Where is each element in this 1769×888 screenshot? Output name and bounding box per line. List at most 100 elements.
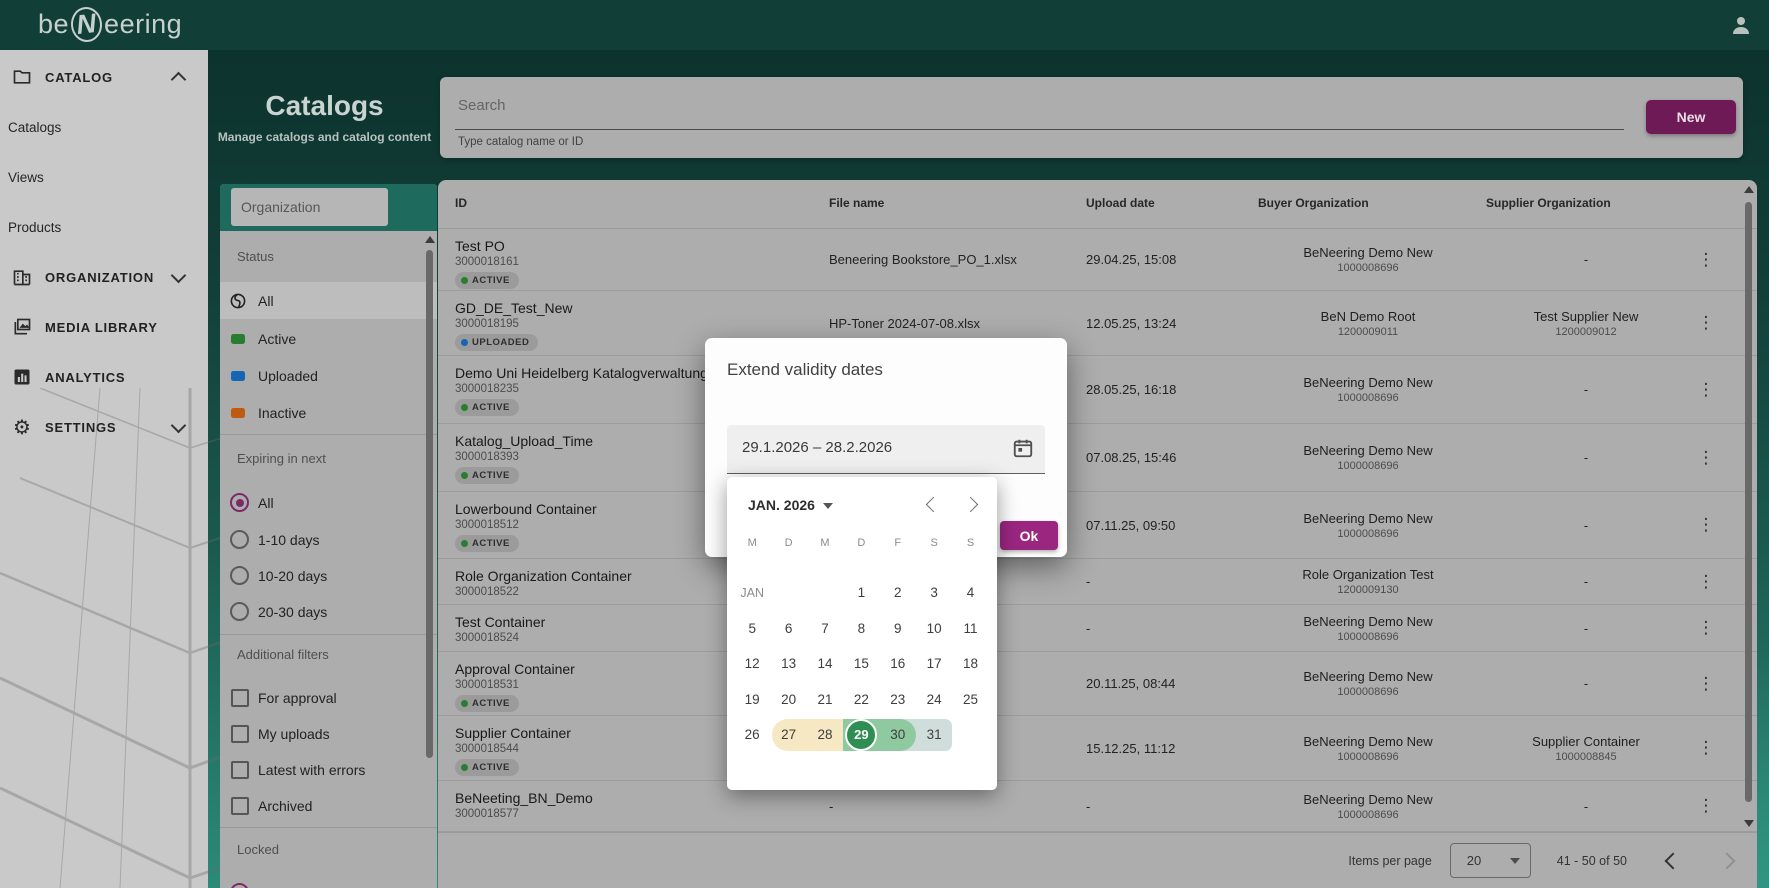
calendar-day-cell[interactable]: 19 [734,682,770,718]
row-menu-button[interactable]: ⋮ [1693,424,1719,491]
day-number[interactable]: 8 [858,621,866,636]
day-number[interactable]: 15 [854,656,869,671]
row-menu-button[interactable]: ⋮ [1693,559,1719,604]
scroll-up-arrow-icon[interactable] [1744,186,1754,193]
table-row[interactable]: GD_DE_Test_New3000018195UPLOADEDHP-Toner… [438,291,1757,356]
day-number[interactable]: 14 [817,656,832,671]
calendar-day-cell[interactable]: 12 [734,646,770,682]
calendar-day-cell[interactable]: 4 [952,575,988,611]
calendar-day-cell[interactable]: 11 [952,611,988,647]
calendar-day-cell[interactable]: 25 [952,682,988,718]
calendar-day-cell[interactable]: 17 [916,646,952,682]
calendar-day-cell[interactable]: 15 [843,646,879,682]
day-number[interactable]: 7 [821,621,829,636]
locked-filter-partial[interactable] [220,874,437,888]
row-menu-button[interactable]: ⋮ [1693,229,1719,290]
calendar-day-cell[interactable]: 1 [843,575,879,611]
sidebar-section-catalog[interactable]: CATALOG [0,52,208,102]
row-menu-button[interactable]: ⋮ [1693,781,1719,831]
calendar-day-cell[interactable]: 13 [770,646,806,682]
calendar-day-cell[interactable]: 31 [916,717,952,753]
day-number[interactable]: 19 [745,692,760,707]
status-filter-active[interactable]: Active [220,320,437,357]
next-month-button[interactable] [963,497,979,513]
table-row[interactable]: Role Organization Container3000018522-Ro… [438,559,1757,605]
calendar-day-cell[interactable]: 20 [770,682,806,718]
calendar-day-cell[interactable]: 10 [916,611,952,647]
day-number[interactable]: 20 [781,692,796,707]
day-number[interactable]: 18 [963,656,978,671]
table-row[interactable]: Supplier Container3000018544ACTIVE15.12.… [438,716,1757,781]
day-number[interactable]: 22 [854,692,869,707]
table-row[interactable]: Test Container3000018524-BeNeering Demo … [438,605,1757,652]
table-scrollbar[interactable] [1744,186,1754,834]
day-number[interactable]: 16 [890,656,905,671]
calendar-day-cell[interactable]: 6 [770,611,806,647]
calendar-day-cell[interactable]: 16 [880,646,916,682]
calendar-day-cell[interactable]: 8 [843,611,879,647]
row-menu-button[interactable]: ⋮ [1693,716,1719,780]
sidebar-section-media-library[interactable]: MEDIA LIBRARY [0,302,208,352]
day-number[interactable]: 9 [894,621,902,636]
filter-archived[interactable]: Archived [220,787,437,824]
day-number[interactable]: 11 [964,621,978,636]
calendar-day-cell[interactable]: 21 [807,682,843,718]
sidebar-section-organization[interactable]: ORGANIZATION [0,252,208,302]
table-row[interactable]: Demo Uni Heidelberg Katalogverwaltung300… [438,356,1757,424]
calendar-day-cell[interactable]: 9 [880,611,916,647]
scrollbar-thumb[interactable] [426,250,433,758]
day-number[interactable]: 28 [817,727,832,742]
day-number[interactable]: 31 [927,727,942,742]
scroll-down-arrow-icon[interactable] [1744,820,1754,827]
calendar-day-cell[interactable]: 18 [952,646,988,682]
sidebar-item-products[interactable]: Products [0,202,208,252]
status-filter-uploaded[interactable]: Uploaded [220,357,437,394]
previous-page-button[interactable] [1665,852,1682,869]
expiring-filter-1-10[interactable]: 1-10 days [220,521,437,558]
day-number[interactable]: 3 [930,585,938,600]
filter-my-uploads[interactable]: My uploads [220,715,437,752]
calendar-day-cell[interactable]: 29 [843,717,879,753]
expiring-filter-10-20[interactable]: 10-20 days [220,557,437,594]
calendar-day-cell[interactable]: 28 [807,717,843,753]
date-range-field[interactable]: 29.1.2026 – 28.2.2026 [727,425,1045,474]
scroll-up-arrow-icon[interactable] [425,236,435,243]
table-row[interactable]: Lowerbound Container3000018512ACTIVE07.1… [438,492,1757,559]
user-account-icon[interactable] [1729,13,1753,37]
row-menu-button[interactable]: ⋮ [1693,291,1719,355]
page-size-select[interactable]: 20 [1450,843,1531,878]
day-number[interactable]: 24 [927,692,942,707]
sidebar-section-analytics[interactable]: ANALYTICS [0,352,208,402]
calendar-day-cell[interactable]: 3 [916,575,952,611]
calendar-day-cell[interactable]: 30 [880,717,916,753]
selected-day[interactable]: 29 [845,719,877,751]
day-number[interactable]: 4 [967,585,975,600]
row-menu-button[interactable]: ⋮ [1693,652,1719,715]
day-number[interactable]: 30 [890,727,905,742]
filter-scrollbar[interactable] [425,236,435,884]
expiring-filter-20-30[interactable]: 20-30 days [220,593,437,630]
row-menu-button[interactable]: ⋮ [1693,356,1719,423]
expiring-filter-all[interactable]: All [220,484,437,521]
calendar-day-cell[interactable]: 14 [807,646,843,682]
calendar-day-cell[interactable]: 2 [880,575,916,611]
sidebar-section-settings[interactable]: ⚙ SETTINGS [0,402,208,452]
month-select-button[interactable]: JAN. 2026 [748,497,833,513]
calendar-day-cell[interactable]: 5 [734,611,770,647]
new-catalog-button[interactable]: New [1646,100,1736,134]
organization-filter-input[interactable]: Organization [231,188,388,226]
row-menu-button[interactable]: ⋮ [1693,605,1719,651]
day-number[interactable]: 2 [894,585,902,600]
table-row[interactable]: Katalog_Upload_Time3000018393ACTIVE07.08… [438,424,1757,492]
calendar-day-cell[interactable]: 22 [843,682,879,718]
day-number[interactable]: 6 [785,621,793,636]
day-number[interactable]: 5 [748,621,756,636]
filter-latest-with-errors[interactable]: Latest with errors [220,751,437,788]
calendar-icon[interactable] [1012,437,1034,459]
day-number[interactable]: 13 [781,656,796,671]
day-number[interactable]: 23 [890,692,905,707]
calendar-day-cell[interactable]: 27 [770,717,806,753]
day-number[interactable]: 10 [927,621,942,636]
day-number[interactable]: 21 [817,692,832,707]
search-input[interactable]: Search [458,97,506,114]
